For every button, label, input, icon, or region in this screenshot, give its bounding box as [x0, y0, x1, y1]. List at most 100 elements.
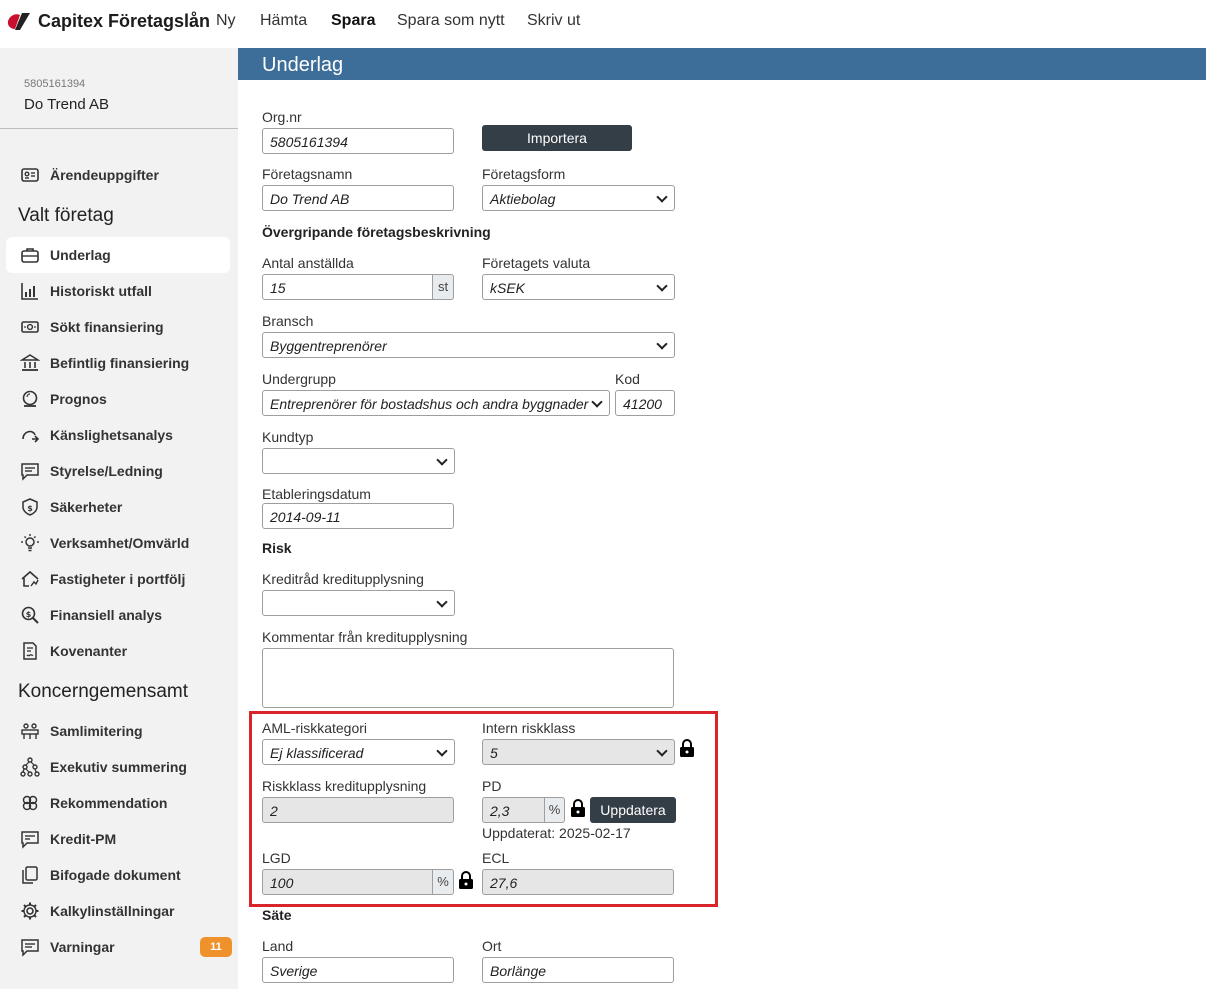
kommentar-textarea[interactable] — [262, 648, 674, 708]
pd-label: PD — [482, 778, 502, 794]
gear-icon — [21, 902, 39, 920]
undergrupp-select[interactable]: Entreprenörer för bostadshus och andra b… — [262, 390, 610, 416]
contract-pen-icon — [23, 642, 37, 660]
intern-riskklass-select[interactable]: 5 — [482, 739, 675, 765]
land-input[interactable]: Sverige — [262, 957, 454, 983]
orgnr-input[interactable]: 5805161394 — [262, 128, 454, 154]
menu-ny[interactable]: Ny — [216, 12, 236, 30]
ecl-label: ECL — [482, 850, 510, 866]
etablering-input[interactable]: 2014-09-11 — [262, 503, 454, 529]
sidebar-item-kalkylinstallningar[interactable]: Kalkylinställningar — [6, 893, 230, 929]
capitex-logo-icon — [7, 13, 30, 30]
clover-icon — [22, 795, 38, 811]
ort-label: Ort — [482, 938, 502, 954]
sidebar-item-label: Rekommendation — [50, 795, 168, 811]
import-button[interactable]: Importera — [482, 125, 632, 151]
ort-input[interactable]: Borlänge — [482, 957, 674, 983]
menu-spara-som-nytt[interactable]: Spara som nytt — [397, 12, 505, 30]
shield-dollar-icon: $ — [22, 498, 38, 516]
sidebar-item-historiskt-utfall[interactable]: Historiskt utfall — [6, 273, 230, 309]
kundtyp-select[interactable] — [262, 448, 455, 474]
sidebar-item-label: Säkerheter — [50, 499, 123, 515]
sidebar-item-sokt-finansiering[interactable]: Sökt finansiering — [6, 309, 230, 345]
sidebar: 5805161394 Do Trend AB Ärendeuppgifter V… — [0, 48, 238, 989]
riskklass-kreditupplysning-label: Riskklass kreditupplysning — [262, 778, 427, 794]
aml-select[interactable]: Ej klassificerad — [262, 739, 455, 765]
foretagsform-label: Företagsform — [482, 166, 566, 182]
sidebar-item-finansiell-analys[interactable]: $ Finansiell analys — [6, 597, 230, 633]
riskklass-kreditupplysning-input[interactable]: 2 — [262, 797, 454, 823]
kreditrad-select[interactable] — [262, 590, 455, 616]
sidebar-item-label: Sökt finansiering — [50, 319, 164, 335]
pd-input[interactable]: 2,3 — [482, 797, 545, 823]
intern-riskklass-label: Intern riskklass — [482, 720, 576, 736]
sidebar-item-label: Kredit-PM — [50, 831, 117, 847]
documents-icon — [22, 866, 38, 884]
company-name: Do Trend AB — [24, 96, 110, 113]
sidebar-item-kredit-pm[interactable]: Kredit-PM — [6, 821, 230, 857]
undergrupp-label: Undergrupp — [262, 371, 336, 387]
menu-hamta[interactable]: Hämta — [260, 12, 307, 30]
sidebar-item-label: Bifogade dokument — [50, 867, 181, 883]
sidebar-item-label: Prognos — [50, 391, 107, 407]
sidebar-item-exekutiv-summering[interactable]: Exekutiv summering — [6, 749, 230, 785]
sidebar-item-label: Exekutiv summering — [50, 759, 187, 775]
foretagsnamn-input[interactable]: Do Trend AB — [262, 185, 454, 211]
bransch-select[interactable]: Byggentreprenörer — [262, 332, 675, 358]
sidebar-item-bifogade-dokument[interactable]: Bifogade dokument — [6, 857, 230, 893]
lgd-input[interactable]: 100 — [262, 869, 433, 895]
sidebar-item-label: Kalkylinställningar — [50, 903, 175, 919]
section-beskrivning: Övergripande företagsbeskrivning — [262, 224, 491, 240]
sidebar-item-varningar[interactable]: Varningar 11 — [6, 929, 232, 965]
lgd-unit: % — [433, 869, 454, 895]
sidebar-item-kanslighetsanalys[interactable]: Känslighetsanalys — [6, 417, 230, 453]
pd-unit: % — [545, 797, 565, 823]
lightbulb-icon — [21, 534, 39, 552]
sidebar-item-rekommendation[interactable]: Rekommendation — [6, 785, 230, 821]
antal-anstallda-input[interactable]: 15 — [262, 274, 433, 300]
briefcase-icon — [21, 248, 39, 263]
lgd-label: LGD — [262, 850, 291, 866]
warning-chat-icon — [21, 939, 39, 957]
sidebar-item-sakerheter[interactable]: $ Säkerheter — [6, 489, 230, 525]
kommentar-label: Kommentar från kreditupplysning — [262, 629, 468, 645]
ecl-input[interactable]: 27,6 — [482, 869, 674, 895]
valuta-label: Företagets valuta — [482, 255, 591, 271]
bransch-label: Bransch — [262, 313, 314, 329]
sidebar-item-prognos[interactable]: Prognos — [6, 381, 230, 417]
lock-icon[interactable] — [458, 870, 474, 890]
id-card-icon — [21, 168, 39, 182]
uppdatera-button[interactable]: Uppdatera — [590, 797, 676, 823]
sidebar-item-samlimitering[interactable]: Samlimitering — [6, 713, 230, 749]
antal-anstallda-label: Antal anställda — [262, 255, 354, 271]
foretagsnamn-label: Företagsnamn — [262, 166, 353, 182]
sidebar-item-label: Kovenanter — [50, 643, 128, 659]
sidebar-item-verksamhet-omvarld[interactable]: Verksamhet/Omvärld — [6, 525, 230, 561]
lock-icon[interactable] — [679, 738, 695, 758]
sidebar-item-underlag[interactable]: Underlag — [6, 237, 230, 273]
antal-unit: st — [433, 274, 454, 300]
menu-spara[interactable]: Spara — [331, 12, 375, 30]
foretagsform-select[interactable]: Aktiebolag — [482, 185, 675, 211]
sidebar-item-arendeuppgifter[interactable]: Ärendeuppgifter — [6, 157, 230, 193]
svg-text:$: $ — [26, 610, 32, 619]
sidebar-item-label: Historiskt utfall — [50, 283, 152, 299]
sidebar-item-fastigheter-i-portfolj[interactable]: Fastigheter i portfölj — [6, 561, 230, 597]
hierarchy-icon — [20, 757, 40, 777]
lock-icon[interactable] — [570, 798, 586, 818]
aml-label: AML-riskkategori — [262, 720, 368, 736]
group-icon — [21, 723, 39, 739]
sidebar-item-label: Ärendeuppgifter — [50, 167, 159, 183]
land-label: Land — [262, 938, 294, 954]
top-bar: Capitex Företagslån Ny Hämta Spara Spara… — [0, 0, 1206, 48]
kundtyp-label: Kundtyp — [262, 429, 314, 445]
sidebar-item-label: Verksamhet/Omvärld — [50, 535, 190, 551]
sidebar-item-befintlig-finansiering[interactable]: Befintlig finansiering — [6, 345, 230, 381]
kod-input[interactable]: 41200 — [615, 390, 675, 416]
sidebar-item-kovenanter[interactable]: Kovenanter — [6, 633, 230, 669]
page-header: Underlag — [238, 48, 1206, 80]
menu-skriv-ut[interactable]: Skriv ut — [527, 12, 580, 30]
sidebar-item-styrelse-ledning[interactable]: Styrelse/Ledning — [6, 453, 230, 489]
crystal-ball-icon — [22, 390, 38, 407]
valuta-select[interactable]: kSEK — [482, 274, 675, 300]
